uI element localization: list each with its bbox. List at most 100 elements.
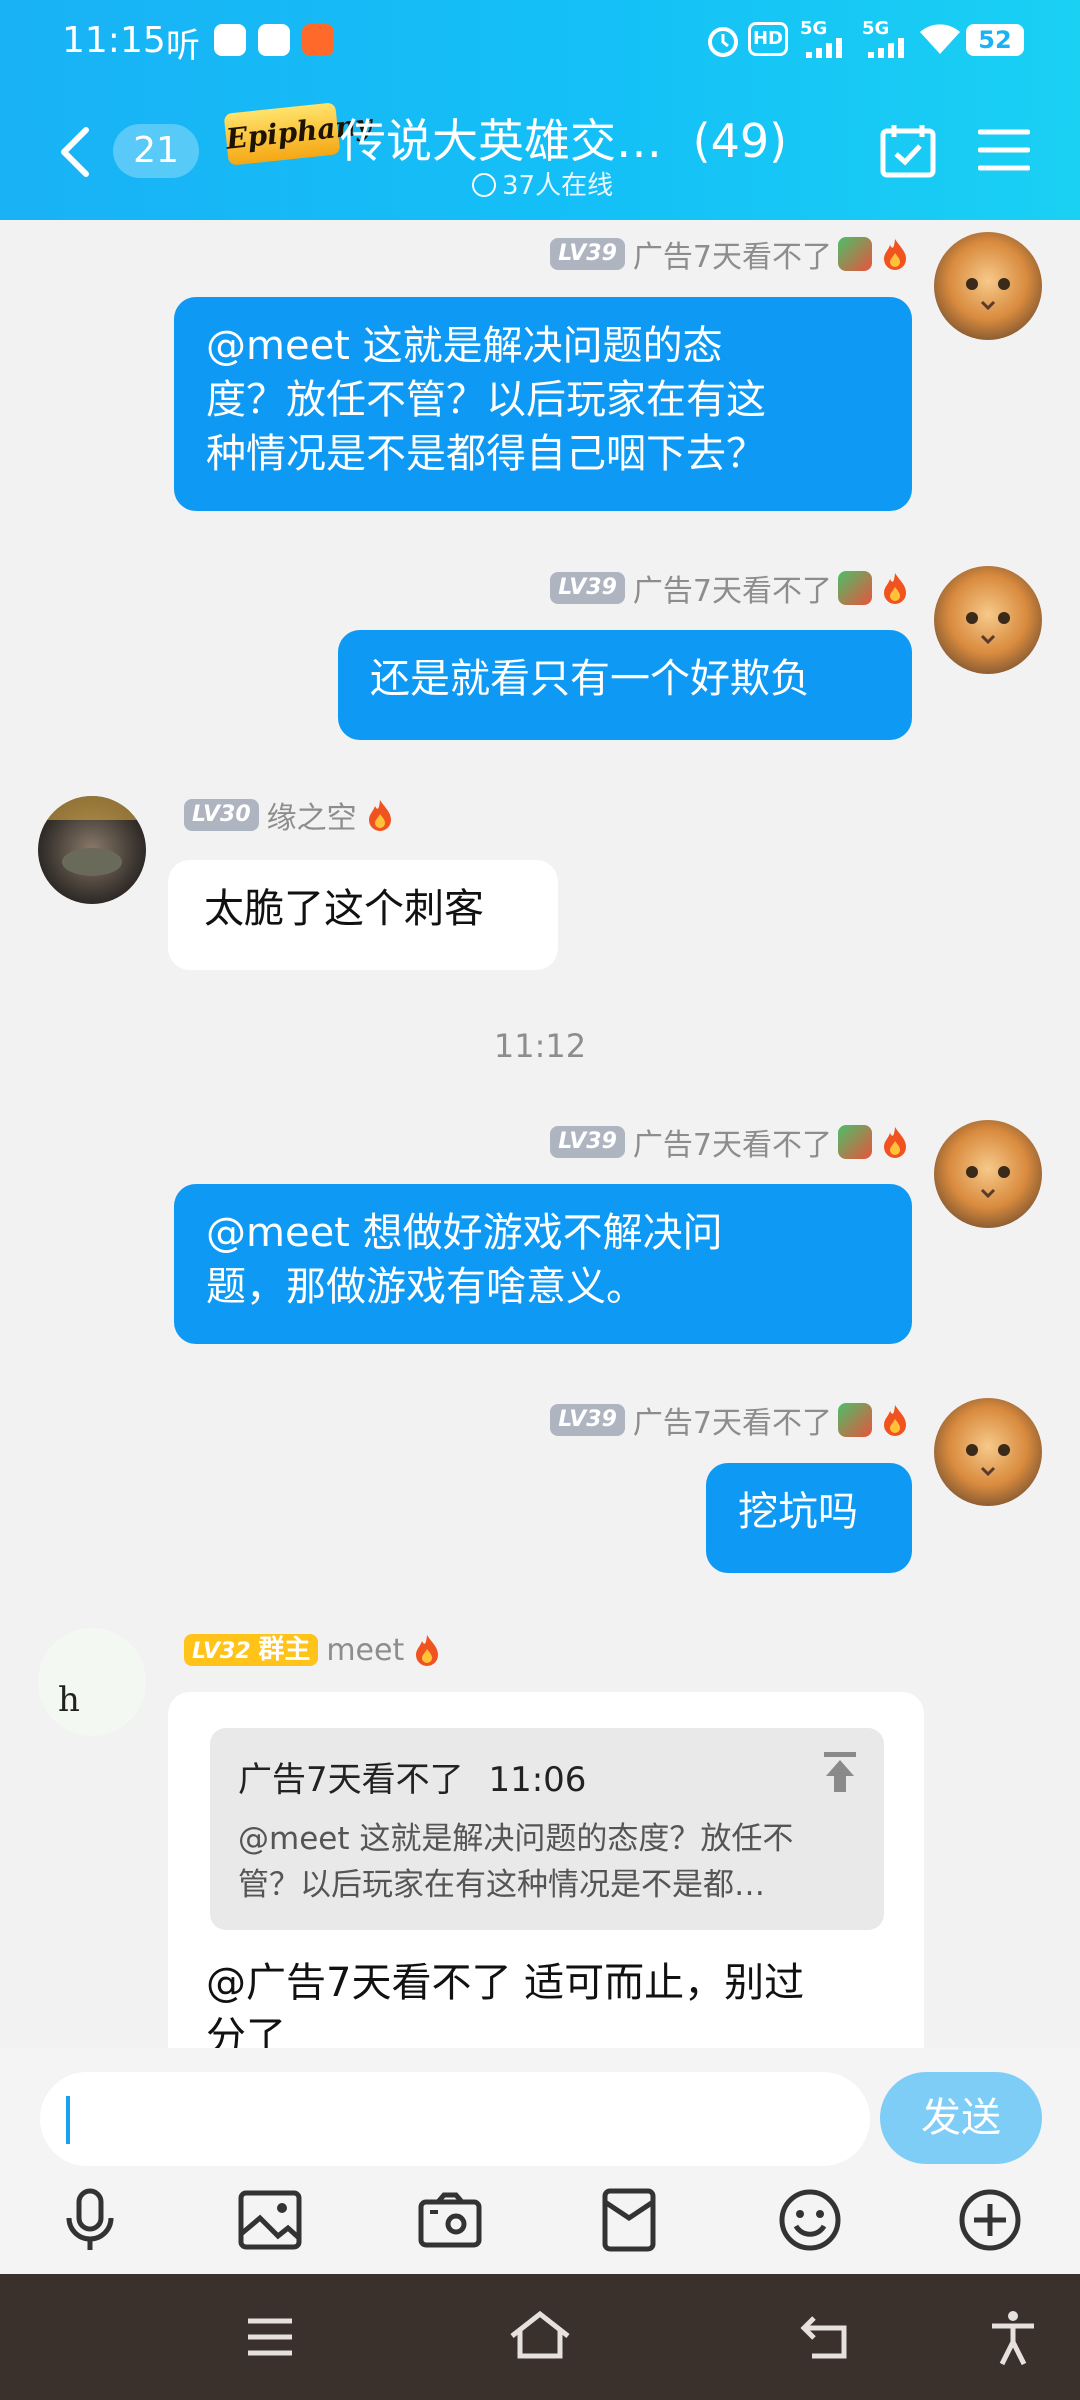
system-nav-bar [0, 2274, 1080, 2400]
quote-text: @meet 这就是解决问题的态度？放任不 管？以后玩家在有这种情况是不是都… [238, 1816, 793, 1908]
fire-icon [878, 237, 912, 271]
group-logo: Epiphany [223, 102, 373, 166]
dragon-badge-icon [838, 237, 872, 271]
calendar-check-icon[interactable] [880, 122, 936, 182]
dragon-badge-icon [838, 1125, 872, 1159]
wifi-icon [918, 22, 962, 60]
message-text: @广告7天看不了 适可而止，别过 分了 [206, 1956, 804, 2052]
signal-icon-2 [866, 38, 910, 62]
camera-icon[interactable] [418, 2192, 482, 2252]
level-badge: LV30 [184, 799, 259, 831]
home-icon[interactable] [508, 2310, 572, 2364]
member-count: (49) [692, 114, 788, 168]
battery-indicator: 52 [966, 24, 1024, 56]
app-notification-icon [214, 24, 246, 56]
quote-line: @meet 这就是解决问题的态度？放任不 [238, 1821, 794, 1857]
message-bubble[interactable]: 广告7天看不了 11:06 @meet 这就是解决问题的态度？放任不 管？以后玩… [168, 1692, 924, 2052]
accessibility-icon[interactable] [988, 2310, 1038, 2370]
fire-icon [878, 1125, 912, 1159]
unread-count-badge[interactable]: 21 [113, 124, 199, 178]
network-5g-1: 5G [800, 18, 828, 39]
message-bubble[interactable]: 太脆了这个刺客 [168, 860, 558, 970]
level-badge: LV32 群主 [184, 1634, 319, 1666]
fire-icon [363, 798, 397, 832]
microphone-icon[interactable] [60, 2188, 120, 2256]
message-bubble[interactable]: @meet 这就是解决问题的态 度？放任不管？以后玩家在有这 种情况是不是都得自… [174, 297, 912, 511]
sender-row: LV39 广告7天看不了 [550, 566, 912, 610]
sender-row: LV39 广告7天看不了 [550, 1398, 912, 1442]
sender-row: LV39 广告7天看不了 [550, 1120, 912, 1164]
hd-indicator: HD [748, 22, 788, 56]
level-badge: LV39 [550, 1126, 625, 1158]
avatar-letter: h [58, 1680, 80, 1720]
sender-row: LV39 广告7天看不了 [550, 232, 912, 276]
send-button[interactable]: 发送 [880, 2072, 1042, 2164]
avatar[interactable]: h [38, 1628, 146, 1736]
avatar[interactable] [934, 1398, 1042, 1506]
emoji-icon[interactable] [778, 2188, 842, 2256]
avatar[interactable] [38, 796, 146, 904]
avatar[interactable] [934, 1120, 1042, 1228]
app-badge-icon [302, 24, 334, 56]
fire-icon [410, 1633, 444, 1667]
red-packet-icon[interactable] [602, 2188, 656, 2256]
dragon-badge-icon [838, 1403, 872, 1437]
sender-name[interactable]: 缘之空 [267, 793, 357, 837]
level-badge: LV39 [550, 572, 625, 604]
message-line: 种情况是不是都得自己咽下去？ [206, 431, 766, 477]
signal-icon-1 [804, 38, 848, 62]
quote-header: 广告7天看不了 11:06 [238, 1752, 586, 1801]
input-bar: 发送 [0, 2048, 1080, 2274]
message-line: 度？放任不管？以后玩家在有这 [206, 377, 766, 423]
status-time: 11:15 [62, 20, 166, 61]
message-bubble[interactable]: @meet 想做好游戏不解决问 题，那做游戏有啥意义。 [174, 1184, 912, 1344]
listen-indicator: 听 [166, 26, 200, 66]
menu-icon[interactable] [977, 128, 1031, 176]
chat-header: 11:15 听 HD 5G 5G 52 21 Epiphany 传说大英雄交… … [0, 0, 1080, 220]
fire-icon [878, 1403, 912, 1437]
message-line: @广告7天看不了 适可而止，别过 [206, 1960, 805, 2006]
quoted-message[interactable]: 广告7天看不了 11:06 @meet 这就是解决问题的态度？放任不 管？以后玩… [210, 1728, 884, 1930]
message-line: @meet 这就是解决问题的态 [206, 323, 723, 369]
online-status: 37人在线 [472, 165, 613, 202]
alarm-icon [706, 24, 740, 62]
sender-name[interactable]: meet [326, 1633, 404, 1668]
back-icon[interactable] [800, 2314, 850, 2364]
sender-name[interactable]: 广告7天看不了 [633, 1398, 832, 1442]
quote-time: 11:06 [488, 1760, 587, 1800]
message-bubble[interactable]: 还是就看只有一个好欺负 [338, 630, 912, 740]
avatar[interactable] [934, 566, 1042, 674]
group-title[interactable]: 传说大英雄交… (49) [340, 105, 787, 171]
image-icon[interactable] [238, 2190, 302, 2254]
sender-name[interactable]: 广告7天看不了 [633, 232, 832, 276]
jump-to-top-icon[interactable] [820, 1750, 860, 1798]
message-line: 题，那做游戏有啥意义。 [206, 1264, 646, 1310]
level-badge: LV39 [550, 238, 625, 270]
recent-apps-icon[interactable] [246, 2318, 294, 2360]
message-input[interactable] [40, 2072, 870, 2166]
fire-icon [878, 571, 912, 605]
group-name: 传说大英雄交… [340, 114, 662, 168]
send-notification-icon [258, 24, 290, 56]
plus-icon[interactable] [958, 2188, 1022, 2256]
online-check-icon [472, 173, 496, 197]
sender-row: LV30 缘之空 [184, 793, 397, 837]
message-bubble[interactable]: 挖坑吗 [706, 1463, 912, 1573]
back-chevron-icon[interactable] [56, 124, 92, 184]
level-text: LV32 [192, 1639, 251, 1664]
dragon-badge-icon [838, 571, 872, 605]
message-line: @meet 想做好游戏不解决问 [206, 1210, 723, 1256]
quote-line: 管？以后玩家在有这种情况是不是都… [238, 1867, 765, 1903]
sender-name[interactable]: 广告7天看不了 [633, 1120, 832, 1164]
message-line: 分了 [206, 2014, 286, 2052]
network-5g-2: 5G [862, 18, 890, 39]
avatar[interactable] [934, 232, 1042, 340]
message-line: 挖坑吗 [738, 1489, 858, 1535]
online-count: 37人在线 [502, 171, 614, 201]
message-line: 太脆了这个刺客 [204, 886, 484, 932]
sender-name[interactable]: 广告7天看不了 [633, 566, 832, 610]
time-divider: 11:12 [493, 1027, 587, 1065]
level-badge: LV39 [550, 1404, 625, 1436]
text-cursor [66, 2096, 70, 2144]
owner-role: 群主 [258, 1635, 311, 1665]
